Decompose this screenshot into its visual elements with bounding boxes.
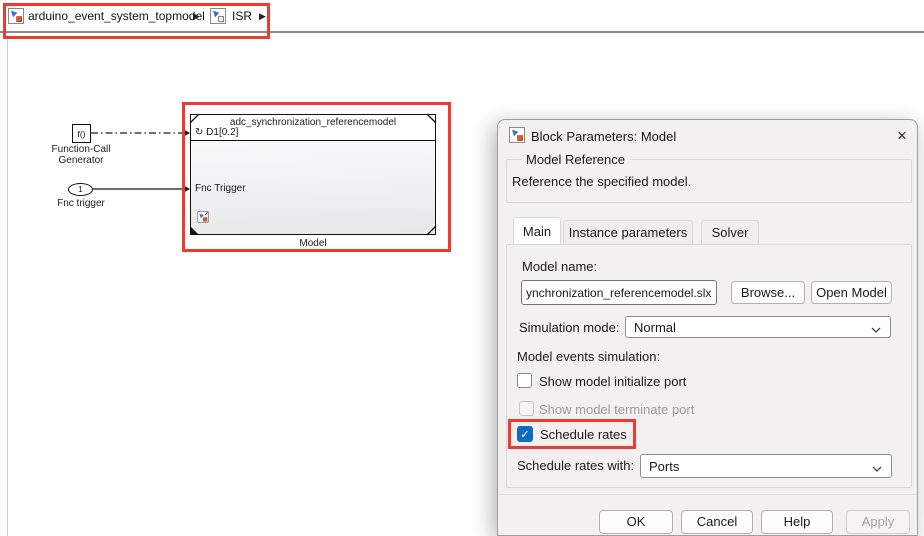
model-reference-block[interactable]: adc_synchronization_referencemodel ↻ D1[… <box>190 114 436 235</box>
dialog-footer-divider <box>498 494 917 495</box>
canvas-left-border <box>7 35 8 536</box>
show-model-terminate-port-label: Show model terminate port <box>539 402 694 417</box>
close-icon[interactable]: × <box>890 124 914 148</box>
model-events-label: Model events simulation: <box>517 349 660 364</box>
function-call-generator-block[interactable]: f() <box>72 124 91 143</box>
sample-time-icon: ↻ <box>195 127 203 138</box>
cancel-button[interactable]: Cancel <box>681 510 753 534</box>
block-parameters-dialog: Block Parameters: Model × Model Referenc… <box>497 119 918 536</box>
tab-main[interactable]: Main <box>513 217 561 244</box>
breadcrumb-item-topmodel[interactable]: arduino_event_system_topmodel <box>28 9 205 23</box>
simulation-mode-label: Simulation mode: <box>519 320 619 335</box>
show-model-initialize-port-checkbox[interactable] <box>517 373 532 388</box>
breadcrumb-separator[interactable]: ▶ <box>193 11 200 22</box>
chevron-down-icon <box>871 321 881 336</box>
browse-button[interactable]: Browse... <box>731 281 805 304</box>
breadcrumb-separator[interactable]: ▶ <box>259 11 266 22</box>
open-model-button[interactable]: Open Model <box>811 281 892 304</box>
tab-instance-parameters[interactable]: Instance parameters <box>563 220 693 244</box>
inport-number: 1 <box>78 185 82 194</box>
check-icon: ✓ <box>520 428 529 441</box>
schedule-rates-with-label: Schedule rates with: <box>517 458 634 473</box>
breadcrumb: arduino_event_system_topmodel ▶ ISR ▶ <box>0 0 924 33</box>
simulink-subsystem-icon <box>210 8 226 24</box>
simulation-mode-select[interactable]: Normal <box>625 316 891 338</box>
help-button[interactable]: Help <box>761 510 833 534</box>
groupbox-description: Reference the specified model. <box>512 174 691 189</box>
show-model-initialize-port-label: Show model initialize port <box>539 374 686 389</box>
apply-button: Apply <box>846 510 910 534</box>
simulink-model-icon <box>8 8 24 24</box>
schedule-rates-label: Schedule rates <box>540 427 627 442</box>
breadcrumb-item-isr[interactable]: ISR <box>232 9 252 23</box>
model-reference-groupbox: Model Reference Reference the specified … <box>506 159 912 203</box>
inport-label: Fnc trigger <box>46 198 116 209</box>
fcg-block-text: f() <box>77 129 85 139</box>
dialog-title: Block Parameters: Model <box>531 129 676 144</box>
fcg-label-line1: Function-Call <box>46 144 116 155</box>
schedule-rates-checkbox[interactable]: ✓ <box>517 426 533 442</box>
schedule-rates-with-select[interactable]: Ports <box>640 454 892 478</box>
model-reference-badge-icon <box>197 211 210 229</box>
simulink-window: arduino_event_system_topmodel ▶ ISR ▶ f(… <box>0 0 924 536</box>
ok-button[interactable]: OK <box>599 510 673 534</box>
groupbox-legend: Model Reference <box>521 152 630 167</box>
model-port-fnc-trigger: Fnc Trigger <box>195 183 246 194</box>
fcg-label-line2: Generator <box>46 155 116 166</box>
fnc-trigger-inport-block[interactable]: 1 <box>68 183 93 196</box>
chevron-down-icon <box>872 460 882 475</box>
dialog-simulink-icon <box>509 127 525 146</box>
model-name-input[interactable] <box>521 280 717 305</box>
show-model-terminate-port-checkbox <box>519 401 534 416</box>
model-name-label: Model name: <box>522 259 597 274</box>
tab-solver[interactable]: Solver <box>701 220 759 244</box>
model-port-d1: ↻ D1[0.2] <box>195 127 238 138</box>
model-block-caption: Model <box>283 238 343 249</box>
